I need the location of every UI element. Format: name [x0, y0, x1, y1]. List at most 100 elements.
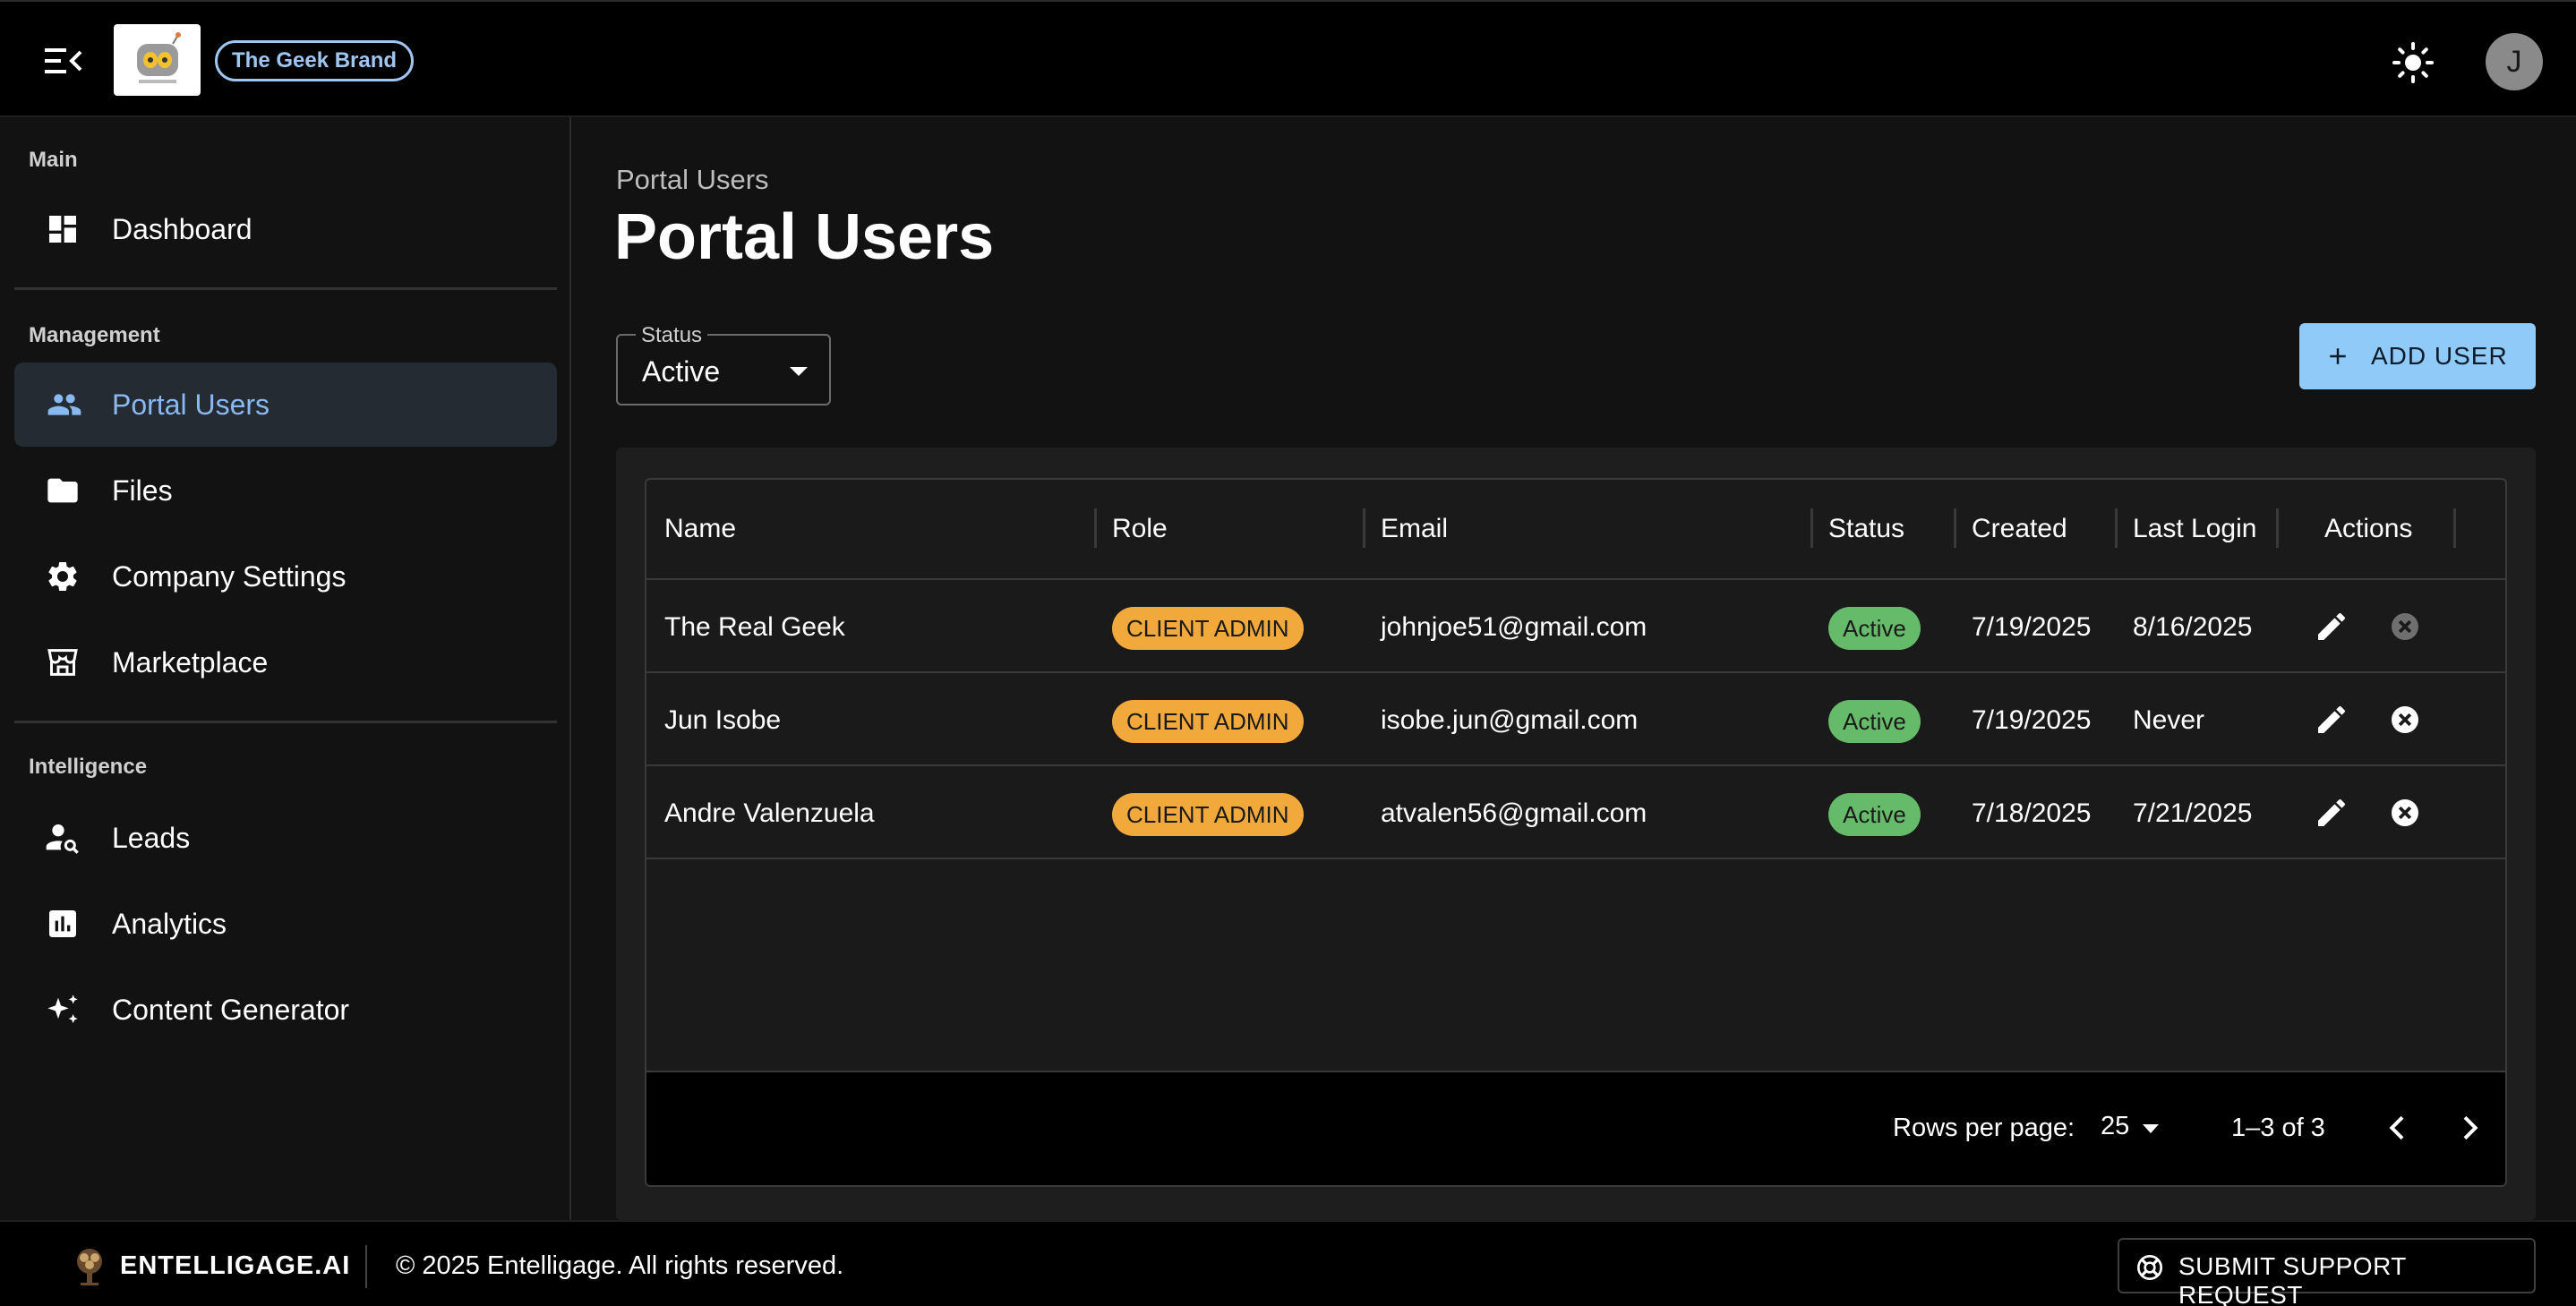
caret-down-icon: [788, 365, 809, 382]
table-row[interactable]: The Real Geek CLIENT ADMIN johnjoe51@gma…: [646, 580, 2505, 673]
table-row[interactable]: Jun Isobe CLIENT ADMIN isobe.jun@gmail.c…: [646, 673, 2505, 766]
column-separator[interactable]: [1363, 508, 1365, 548]
brand-chip[interactable]: The Geek Brand: [215, 40, 415, 81]
sidebar-divider: [14, 287, 557, 290]
cell-created: 7/19/2025: [1972, 705, 2092, 735]
top-app-bar: The Geek Brand J: [0, 0, 2576, 117]
add-user-button[interactable]: ADD USER: [2299, 323, 2536, 389]
page-title: Portal Users: [614, 201, 995, 273]
section-label-intelligence: Intelligence: [29, 755, 148, 779]
pagination-range: 1–3 of 3: [2231, 1114, 2325, 1142]
column-header-name[interactable]: Name: [664, 514, 736, 544]
column-header-actions: Actions: [2324, 514, 2413, 543]
sidebar-item-label: Files: [112, 474, 173, 507]
column-header-email[interactable]: Email: [1381, 514, 1448, 544]
company-name: ENTELLIGAGE.AI: [120, 1251, 351, 1280]
person-search-icon: [45, 820, 81, 856]
caret-down-icon[interactable]: [2142, 1122, 2160, 1139]
rows-per-page-select[interactable]: 25: [2101, 1112, 2129, 1141]
users-table: Name Role Email Status Created Last Logi…: [645, 478, 2507, 1187]
footer-divider: [365, 1245, 367, 1288]
status-chip: Active: [1828, 607, 1921, 650]
sidebar-item-label: Content Generator: [112, 993, 350, 1026]
column-separator[interactable]: [2115, 508, 2118, 548]
page-footer: ENTELLIGAGE.AI © 2025 Entelligage. All r…: [0, 1220, 2576, 1306]
edit-icon[interactable]: [2314, 609, 2349, 644]
column-separator[interactable]: [1954, 508, 1956, 548]
sidebar-item-label: Portal Users: [112, 388, 270, 421]
sidebar-item-label: Marketplace: [112, 645, 269, 679]
deactivate-icon[interactable]: [2387, 702, 2423, 738]
cell-last-login: 7/21/2025: [2133, 798, 2253, 828]
column-header-role[interactable]: Role: [1112, 514, 1168, 544]
robot-logo-icon: [136, 32, 181, 83]
status-filter-label: Status: [636, 323, 708, 348]
column-header-status[interactable]: Status: [1828, 514, 1904, 544]
status-filter-select[interactable]: Status Active: [616, 323, 831, 405]
support-lifebuoy-icon: [2135, 1253, 2164, 1286]
sidebar-item-marketplace[interactable]: Marketplace: [14, 620, 557, 704]
status-filter-value: Active: [642, 355, 721, 388]
cell-last-login: 8/16/2025: [2133, 612, 2253, 642]
sun-icon[interactable]: [2392, 41, 2435, 84]
sidebar-item-files[interactable]: Files: [14, 448, 557, 533]
bar-chart-icon: [45, 906, 81, 942]
tree-logo-icon: [72, 1247, 107, 1286]
sparkle-icon: [45, 992, 81, 1028]
edit-icon[interactable]: [2314, 702, 2349, 738]
support-button-label: SUBMIT SUPPORT REQUEST: [2178, 1252, 2407, 1306]
cell-email: johnjoe51@gmail.com: [1381, 612, 1647, 642]
cell-name: The Real Geek: [664, 612, 845, 642]
role-chip: CLIENT ADMIN: [1112, 607, 1304, 650]
gear-icon: [45, 559, 81, 594]
edit-icon[interactable]: [2314, 795, 2349, 831]
avatar[interactable]: J: [2486, 33, 2543, 90]
breadcrumb: Portal Users: [616, 164, 769, 195]
chevron-right-icon[interactable]: [2452, 1110, 2487, 1150]
deactivate-icon[interactable]: [2387, 609, 2423, 644]
sidebar-item-content-generator[interactable]: Content Generator: [14, 968, 557, 1052]
table-row[interactable]: Andre Valenzuela CLIENT ADMIN atvalen56@…: [646, 766, 2505, 859]
plus-icon: [2324, 343, 2351, 374]
sidebar-item-portal-users[interactable]: Portal Users: [14, 363, 557, 447]
cell-created: 7/19/2025: [1972, 612, 2092, 642]
sidebar: Main Dashboard Management Portal Users F…: [0, 117, 571, 1220]
sidebar-item-label: Dashboard: [112, 212, 252, 245]
deactivate-icon[interactable]: [2387, 795, 2423, 831]
sidebar-item-dashboard[interactable]: Dashboard: [14, 187, 557, 271]
column-separator[interactable]: [2276, 508, 2279, 548]
column-separator[interactable]: [1094, 508, 1097, 548]
dashboard-icon: [45, 211, 81, 247]
sidebar-item-analytics[interactable]: Analytics: [14, 882, 557, 966]
cell-email: isobe.jun@gmail.com: [1381, 705, 1639, 735]
sidebar-item-leads[interactable]: Leads: [14, 796, 557, 880]
column-separator[interactable]: [1810, 508, 1813, 548]
cell-email: atvalen56@gmail.com: [1381, 798, 1647, 828]
table-header-row: Name Role Email Status Created Last Logi…: [646, 480, 2505, 580]
copyright-text: © 2025 Entelligage. All rights reserved.: [396, 1251, 844, 1280]
storefront-icon: [45, 644, 81, 680]
sidebar-item-label: Analytics: [112, 907, 227, 940]
cell-last-login: Never: [2133, 705, 2205, 735]
status-chip: Active: [1828, 700, 1921, 743]
folder-icon: [45, 473, 81, 508]
table-pagination: Rows per page: 25 1–3 of 3: [646, 1071, 2505, 1185]
cell-name: Andre Valenzuela: [664, 798, 875, 828]
sidebar-item-label: Company Settings: [112, 559, 347, 593]
section-label-main: Main: [29, 148, 78, 172]
status-chip: Active: [1828, 793, 1921, 836]
role-chip: CLIENT ADMIN: [1112, 700, 1304, 743]
sidebar-divider: [14, 721, 557, 723]
submit-support-request-button[interactable]: SUBMIT SUPPORT REQUEST: [2118, 1238, 2536, 1306]
column-header-last-login[interactable]: Last Login: [2133, 514, 2256, 544]
sidebar-item-company-settings[interactable]: Company Settings: [14, 534, 557, 619]
add-user-label: ADD USER: [2371, 342, 2508, 370]
menu-collapse-icon[interactable]: [41, 43, 84, 79]
brand-logo[interactable]: [114, 24, 201, 96]
rows-per-page-label: Rows per page:: [1893, 1114, 2075, 1142]
chevron-left-icon[interactable]: [2380, 1110, 2416, 1150]
role-chip: CLIENT ADMIN: [1112, 793, 1304, 836]
column-separator[interactable]: [2453, 508, 2456, 548]
people-icon: [45, 387, 81, 423]
column-header-created[interactable]: Created: [1972, 514, 2067, 544]
